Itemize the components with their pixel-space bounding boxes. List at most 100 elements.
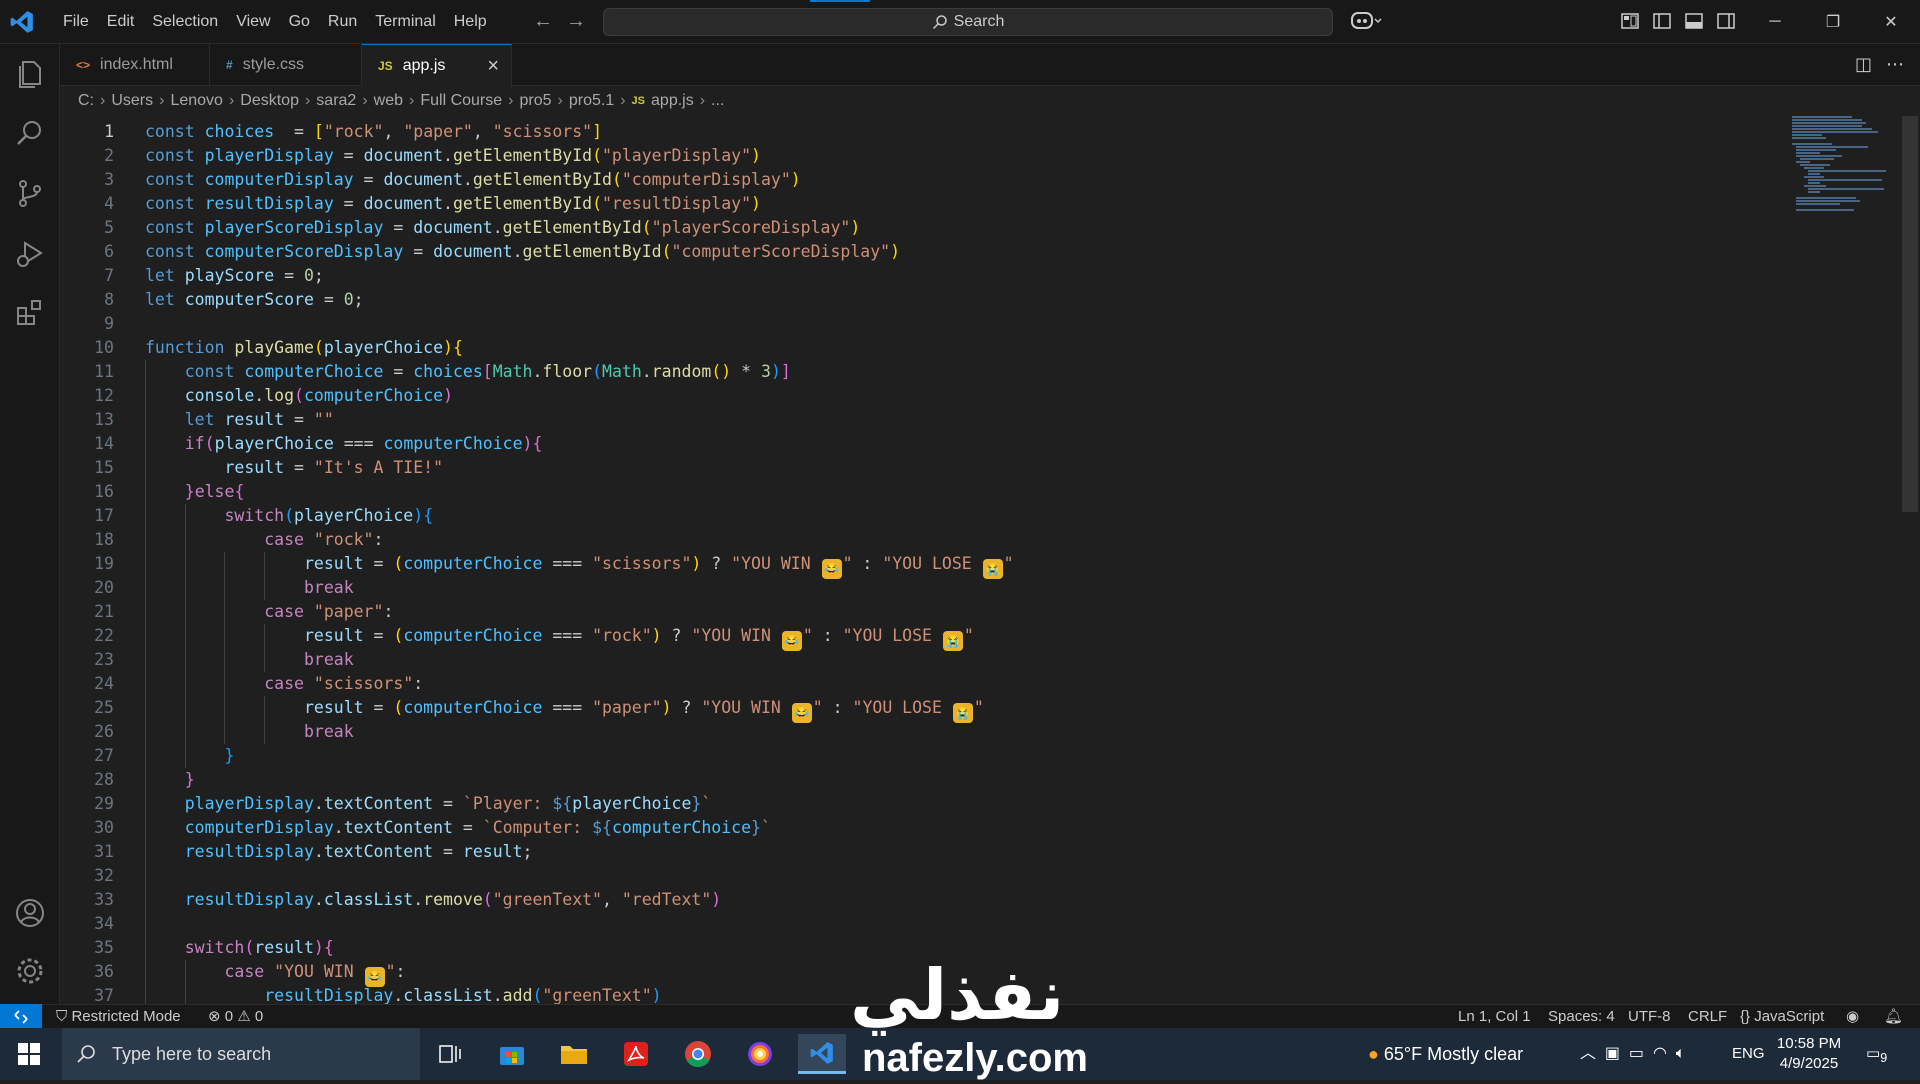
- code-line[interactable]: 9: [60, 312, 1840, 336]
- breadcrumb-item[interactable]: sara2: [316, 92, 356, 110]
- indentation[interactable]: Spaces: 4: [1548, 1005, 1615, 1029]
- code-line[interactable]: 26 break: [60, 720, 1840, 744]
- wifi-icon[interactable]: ◠: [1653, 1045, 1667, 1062]
- acrobat-reader-icon[interactable]: [612, 1034, 660, 1074]
- minimize-icon[interactable]: ─: [1746, 0, 1804, 44]
- copilot-status-icon[interactable]: ◉: [1846, 1005, 1859, 1029]
- menu-view[interactable]: View: [227, 0, 279, 44]
- show-hidden-icons-chevron-icon[interactable]: ︿: [1580, 1045, 1596, 1062]
- back-arrow-icon[interactable]: ←: [532, 10, 554, 32]
- cursor-position[interactable]: Ln 1, Col 1: [1458, 1005, 1531, 1029]
- code-line[interactable]: 13 let result = "": [60, 408, 1840, 432]
- encoding[interactable]: UTF-8: [1628, 1005, 1671, 1029]
- color-app-icon[interactable]: [736, 1034, 784, 1074]
- vertical-scrollbar[interactable]: [1902, 116, 1918, 512]
- vscode-taskbar-icon[interactable]: [798, 1034, 846, 1074]
- code-line[interactable]: 27 }: [60, 744, 1840, 768]
- problems-indicator[interactable]: ⊗ 0 ⚠ 0: [208, 1005, 263, 1029]
- breadcrumb-item[interactable]: pro5.1: [569, 92, 614, 110]
- close-tab-icon[interactable]: ×: [487, 55, 499, 78]
- code-line[interactable]: 14 if(playerChoice === computerChoice){: [60, 432, 1840, 456]
- search-sidebar-icon[interactable]: [13, 116, 47, 150]
- breadcrumb-item[interactable]: web: [374, 92, 403, 110]
- task-view-icon[interactable]: [426, 1034, 474, 1074]
- close-window-icon[interactable]: ✕: [1862, 0, 1920, 44]
- menu-go[interactable]: Go: [280, 0, 319, 44]
- language-mode[interactable]: {} JavaScript: [1740, 1005, 1824, 1029]
- customize-layout-icon[interactable]: [1620, 11, 1642, 33]
- input-language[interactable]: ENG: [1732, 1028, 1765, 1080]
- breadcrumb-item[interactable]: Users: [111, 92, 153, 110]
- accounts-icon[interactable]: [13, 896, 47, 930]
- breadcrumb-item[interactable]: Full Course: [420, 92, 502, 110]
- code-line[interactable]: 31 resultDisplay.textContent = result;: [60, 840, 1840, 864]
- copilot-icon[interactable]: [1350, 10, 1384, 35]
- microsoft-store-icon[interactable]: [488, 1034, 536, 1074]
- command-center-search[interactable]: Search: [603, 8, 1333, 36]
- breadcrumb-item[interactable]: Lenovo: [170, 92, 223, 110]
- extensions-icon[interactable]: [13, 296, 47, 330]
- notifications-bell-icon[interactable]: 🔔︎: [1884, 1005, 1903, 1029]
- file-explorer-icon[interactable]: [550, 1034, 598, 1074]
- split-editor-icon[interactable]: ◫: [1855, 54, 1872, 75]
- toggle-secondary-sidebar-icon[interactable]: [1716, 11, 1738, 33]
- weather-widget[interactable]: ● 65°F Mostly clear: [1368, 1028, 1523, 1080]
- code-line[interactable]: 15 result = "It's A TIE!": [60, 456, 1840, 480]
- code-line[interactable]: 11 const computerChoice = choices[Math.f…: [60, 360, 1840, 384]
- chrome-icon[interactable]: [674, 1034, 722, 1074]
- restore-icon[interactable]: ❐: [1804, 0, 1862, 44]
- code-line[interactable]: 29 playerDisplay.textContent = `Player: …: [60, 792, 1840, 816]
- remote-indicator-icon[interactable]: [0, 1004, 42, 1029]
- code-line[interactable]: 20 break: [60, 576, 1840, 600]
- code-line[interactable]: 19 result = (computerChoice === "scissor…: [60, 552, 1840, 579]
- code-line[interactable]: 5 const playerScoreDisplay = document.get…: [60, 216, 1840, 240]
- code-line[interactable]: 32: [60, 864, 1840, 888]
- tab-style-css[interactable]: # style.css: [210, 44, 362, 86]
- windows-start-icon[interactable]: [0, 1028, 58, 1080]
- taskbar-search-box[interactable]: Type here to search: [62, 1028, 420, 1080]
- code-line[interactable]: 17 switch(playerChoice){: [60, 504, 1840, 528]
- menu-run[interactable]: Run: [319, 0, 366, 44]
- line-ending[interactable]: CRLF: [1688, 1005, 1727, 1029]
- code-line[interactable]: 30 computerDisplay.textContent = `Comput…: [60, 816, 1840, 840]
- code-line[interactable]: 10 function playGame(playerChoice){: [60, 336, 1840, 360]
- menu-selection[interactable]: Selection: [143, 0, 227, 44]
- source-control-icon[interactable]: [13, 176, 47, 210]
- toggle-primary-sidebar-icon[interactable]: [1652, 11, 1674, 33]
- code-line[interactable]: 25 result = (computerChoice === "paper")…: [60, 696, 1840, 723]
- code-line[interactable]: 18 case "rock":: [60, 528, 1840, 552]
- code-line[interactable]: 8 let computerScore = 0;: [60, 288, 1840, 312]
- code-line[interactable]: 6 const computerScoreDisplay = document.g…: [60, 240, 1840, 264]
- code-line[interactable]: 3 const computerDisplay = document.getEle…: [60, 168, 1840, 192]
- toggle-panel-icon[interactable]: [1684, 11, 1706, 33]
- taskbar-clock[interactable]: 10:58 PM 4/9/2025: [1764, 1034, 1854, 1074]
- code-line[interactable]: 24 case "scissors":: [60, 672, 1840, 696]
- code-line[interactable]: 16 }else{: [60, 480, 1840, 504]
- code-line[interactable]: 23 break: [60, 648, 1840, 672]
- menu-terminal[interactable]: Terminal: [366, 0, 444, 44]
- settings-gear-icon[interactable]: [13, 954, 47, 988]
- code-line[interactable]: 12 console.log(computerChoice): [60, 384, 1840, 408]
- code-line[interactable]: 4 const resultDisplay = document.getEleme…: [60, 192, 1840, 216]
- tab-index-html[interactable]: <> index.html: [60, 44, 210, 86]
- menu-edit[interactable]: Edit: [98, 0, 144, 44]
- code-line[interactable]: 28 }: [60, 768, 1840, 792]
- minimap[interactable]: [1790, 114, 1890, 214]
- run-debug-icon[interactable]: [13, 236, 47, 270]
- explorer-icon[interactable]: [13, 56, 47, 90]
- notification-center-icon[interactable]: ▭9: [1866, 1028, 1887, 1080]
- breadcrumb-item[interactable]: pro5: [519, 92, 551, 110]
- code-line[interactable]: 1 const choices = ["rock", "paper", "scis…: [60, 120, 1840, 144]
- code-line[interactable]: 22 result = (computerChoice === "rock") …: [60, 624, 1840, 651]
- breadcrumb-item[interactable]: ...: [711, 92, 724, 110]
- battery-icon[interactable]: ▭: [1629, 1045, 1644, 1062]
- tab-app-js[interactable]: JS app.js ×: [362, 44, 512, 87]
- breadcrumb-item[interactable]: Desktop: [240, 92, 299, 110]
- network-device-icon[interactable]: ▣: [1605, 1045, 1620, 1062]
- code-line[interactable]: 21 case "paper":: [60, 600, 1840, 624]
- forward-arrow-icon[interactable]: →: [565, 10, 587, 32]
- code-line[interactable]: 2 const playerDisplay = document.getEleme…: [60, 144, 1840, 168]
- menu-file[interactable]: File: [54, 0, 98, 44]
- breadcrumb-item[interactable]: app.js: [651, 92, 694, 110]
- code-line[interactable]: 34: [60, 912, 1840, 936]
